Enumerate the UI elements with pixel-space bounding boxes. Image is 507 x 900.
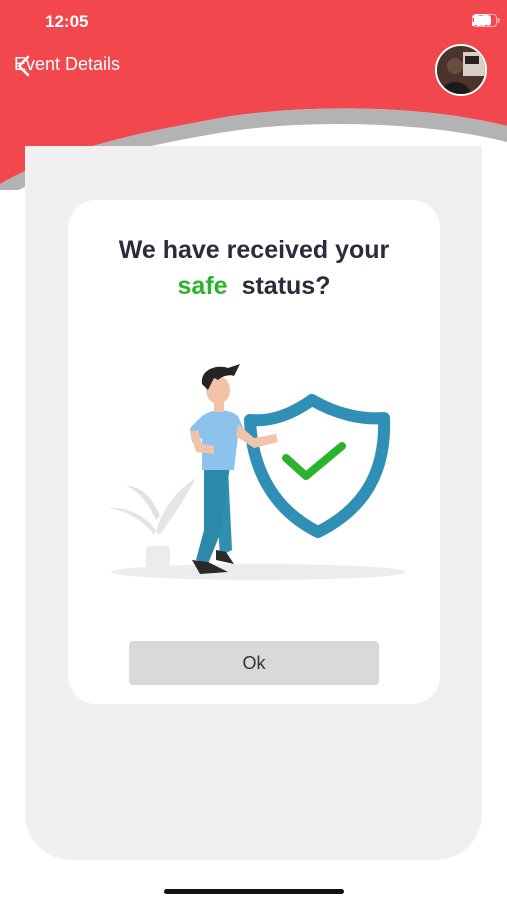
confirmation-message: We have received your safe status? [68,232,440,304]
confirmation-card: We have received your safe status? Ok [68,200,440,704]
avatar-image [437,46,485,94]
battery-icon [472,14,500,27]
avatar[interactable] [435,44,487,96]
home-indicator [164,889,344,894]
status-time: 12:05 [45,12,89,31]
chevron-left-icon [17,55,30,77]
plant-illustration [108,478,196,568]
safe-status-illustration [108,364,404,580]
back-button[interactable]: Event Details [14,54,120,77]
message-line-1: We have received your [118,236,390,264]
message-line-2: safe status? [68,268,440,304]
message-status-word: status? [241,272,331,300]
safe-highlight: safe [177,272,228,300]
ok-button[interactable]: Ok [129,641,379,685]
